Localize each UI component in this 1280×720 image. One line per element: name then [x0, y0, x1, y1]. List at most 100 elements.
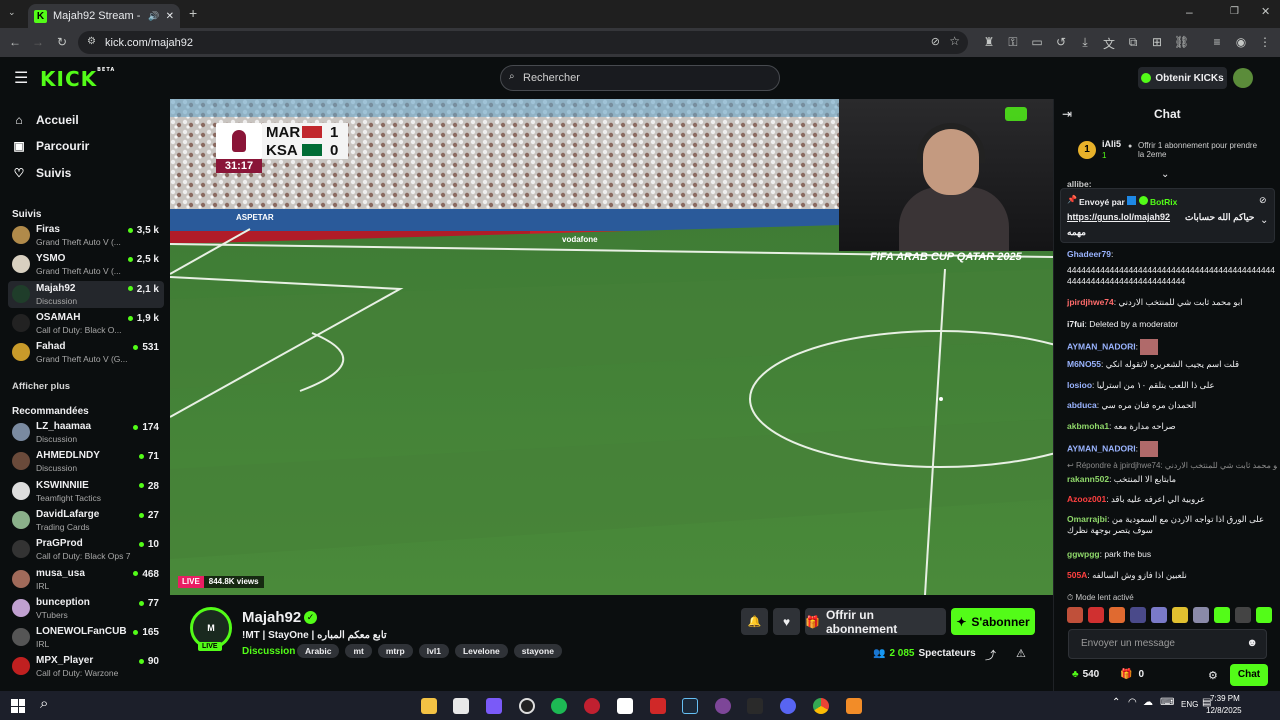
wifi-icon[interactable]: ◠ — [1128, 697, 1137, 708]
tray-app-icon[interactable]: ☁ — [1143, 697, 1153, 708]
chat-username[interactable]: i7fui — [1067, 319, 1084, 329]
emote-icon[interactable] — [1214, 607, 1230, 623]
taskbar-search-icon[interactable]: ⌕ — [40, 695, 48, 712]
channel-item[interactable]: MPX_Player Call of Duty: Warzone 90 — [8, 653, 164, 680]
channel-item[interactable]: KSWINNIIE Teamfight Tactics 28 — [8, 478, 164, 505]
steam-icon[interactable] — [682, 698, 698, 714]
bookmark-star-icon[interactable]: ☆ — [949, 34, 960, 48]
stream-category[interactable]: Discussion — [242, 646, 295, 657]
link-icon[interactable]: ⛓ — [1174, 35, 1189, 49]
windows-start-icon[interactable] — [11, 699, 25, 713]
tag-chip[interactable]: Levelone — [454, 644, 508, 658]
chat-message[interactable]: i7fui: Deleted by a moderator — [1067, 319, 1279, 330]
extension-1-icon[interactable]: ♜ — [982, 35, 996, 49]
chat-username[interactable]: losioo — [1067, 380, 1092, 390]
audio-icon[interactable]: 🔊 — [148, 11, 159, 22]
tag-chip[interactable]: mt — [345, 644, 372, 658]
extension-2-icon[interactable]: ⚿ — [1006, 35, 1020, 50]
chat-username[interactable]: abduca — [1067, 400, 1097, 410]
translate-icon[interactable]: 文 — [1102, 35, 1116, 52]
channel-item[interactable]: DavidLafarge Trading Cards 27 — [8, 507, 164, 534]
user-avatar[interactable] — [1233, 68, 1253, 88]
url-bar[interactable]: ⚙ kick.com/majah92 ⊘ ☆ — [78, 31, 968, 54]
search-input[interactable]: ⌕ Rechercher — [500, 65, 780, 91]
follow-heart-button[interactable]: ♥ — [773, 608, 800, 635]
kicks-balance[interactable]: ♣ 540 — [1072, 669, 1099, 680]
unpin-icon[interactable]: ⊘ — [1259, 195, 1267, 206]
extension-4-icon[interactable]: ⧉ — [1126, 35, 1140, 50]
profile-icon[interactable]: ◉ — [1234, 35, 1248, 49]
channel-item[interactable]: YSMO Grand Theft Auto V (... 2,5 k — [8, 251, 164, 278]
chat-message[interactable]: 505A: نلعبين اذا فازو وش السالفه — [1067, 570, 1279, 581]
pinned-chevron-icon[interactable]: ⌄ — [1260, 215, 1268, 226]
pinned-expand-icon[interactable]: ⌄ — [1161, 169, 1169, 180]
emote-icon[interactable] — [1109, 607, 1125, 623]
chat-message[interactable]: akbmoha1: صراحه مدارة معه — [1067, 421, 1279, 432]
chrome-icon[interactable] — [813, 698, 829, 714]
emote-icon[interactable] — [1088, 607, 1104, 623]
chat-username[interactable]: AYMAN_NADORI — [1067, 443, 1136, 453]
channel-item[interactable]: AHMEDLNDY Discussion 71 — [8, 448, 164, 475]
site-info-icon[interactable]: ⚙ — [87, 36, 96, 47]
gift-sub-button[interactable]: 🎁 Offrir un abonnement — [805, 608, 946, 636]
download-icon[interactable]: ⤓ — [1078, 35, 1092, 50]
chat-settings-icon[interactable]: ⚙ — [1208, 669, 1218, 682]
app-circle-icon[interactable] — [584, 698, 600, 714]
menu-dots-icon[interactable]: ⋮ — [1258, 35, 1272, 49]
extension-5-icon[interactable]: ⊞ — [1150, 35, 1164, 49]
epic-games-icon[interactable] — [747, 698, 763, 714]
chat-username[interactable]: AYMAN_NADORI — [1067, 341, 1136, 351]
chat-send-button[interactable]: Chat — [1230, 664, 1268, 686]
video-player[interactable]: MAR 1 KSA 0 31:17 ASPETAR vodafone FIFA … — [170, 99, 1053, 595]
subscribe-button[interactable]: ✦ S'abonner — [951, 608, 1035, 635]
extension-3-icon[interactable]: ▭ — [1030, 35, 1044, 49]
tag-chip[interactable]: Arabic — [297, 644, 340, 658]
channel-item[interactable]: OSAMAH Call of Duty: Black O... 1,9 k — [8, 310, 164, 337]
nav-item-1[interactable]: ▣ Parcourir — [12, 139, 89, 153]
chat-username[interactable]: ggwpgg — [1067, 549, 1100, 559]
pinned-link[interactable]: https://guns.lol/majah92 — [1067, 212, 1170, 222]
chat-message[interactable]: Azooz001: عروبية الي اعرفه عليه باقد — [1067, 494, 1279, 505]
obs-icon[interactable] — [519, 698, 535, 714]
channel-item[interactable]: LZ_haamaa Discussion 174 — [8, 419, 164, 446]
channel-name[interactable]: Majah92 — [242, 609, 301, 626]
hamburger-menu-icon[interactable]: ☰ — [14, 68, 28, 88]
tag-chip[interactable]: lvl1 — [418, 644, 449, 658]
show-more-link[interactable]: Afficher plus — [12, 381, 70, 392]
clock-time[interactable]: 7:39 PM — [1210, 694, 1240, 703]
chat-message[interactable]: rakann502: مابتابع الا المنتخب — [1067, 474, 1279, 485]
forward-icon[interactable]: → — [31, 35, 45, 49]
channel-item[interactable]: Firas Grand Theft Auto V (... 3,5 k — [8, 222, 164, 249]
emoji-icon[interactable]: ☻ — [1246, 637, 1258, 649]
gifts-balance[interactable]: 🎁 0 — [1120, 669, 1144, 680]
chat-message[interactable]: losioo: على ذا اللعب بتلقم ١٠ من استرليا — [1067, 380, 1279, 391]
chat-message[interactable]: ggwpgg: park the bus — [1067, 549, 1279, 560]
gamepad-app-icon[interactable] — [486, 698, 502, 714]
chat-message[interactable]: M6NO55: قلت اسم يجيب الشعريره لاتقوله ان… — [1067, 359, 1279, 370]
channel-item[interactable]: LONEWOLFanCUB IRL 165 — [8, 624, 164, 651]
chat-username[interactable]: M6NO55 — [1067, 359, 1101, 369]
chat-username[interactable]: jpirdjhwe74 — [1067, 297, 1114, 307]
restore-icon[interactable]: ❐ — [1230, 6, 1239, 17]
spotify-icon[interactable] — [551, 698, 567, 714]
file-explorer-icon[interactable] — [421, 698, 437, 714]
chat-username[interactable]: 505A — [1067, 570, 1087, 580]
share-icon[interactable]: ⤴ — [985, 647, 996, 663]
chat-message[interactable]: abduca: الحمدان مره فنان مره سي — [1067, 400, 1279, 411]
back-icon[interactable]: ← — [8, 35, 22, 49]
chat-message[interactable]: AYMAN_NADORI: — [1067, 441, 1279, 457]
chat-message[interactable]: Ghadeer79: — [1067, 249, 1279, 260]
get-kicks-button[interactable]: Obtenir KICKs — [1138, 67, 1227, 89]
emote-icon[interactable] — [1172, 607, 1188, 623]
kick-logo[interactable]: KICKBETA — [40, 67, 115, 91]
clock-date[interactable]: 12/8/2025 — [1206, 706, 1242, 715]
capcut-icon[interactable] — [617, 698, 633, 714]
chat-input[interactable]: Envoyer un message ☻ — [1068, 629, 1267, 659]
nav-item-2[interactable]: ♡ Suivis — [12, 166, 72, 180]
emote-icon[interactable] — [1235, 607, 1251, 623]
discord-icon[interactable] — [780, 698, 796, 714]
language-indicator[interactable]: ENG — [1181, 700, 1198, 709]
channel-item[interactable]: bunception VTubers 77 — [8, 595, 164, 622]
chat-message[interactable]: 4444444444444444444444444444444444444444… — [1067, 265, 1279, 287]
keyboard-icon[interactable]: ⌨ — [1160, 697, 1174, 708]
